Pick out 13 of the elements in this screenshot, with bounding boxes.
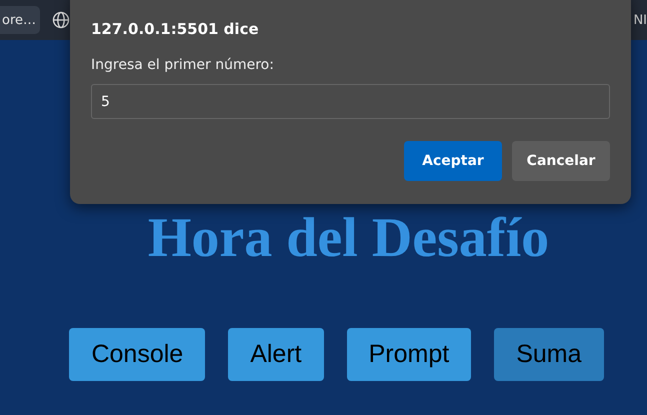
input-field[interactable]: 5 [91, 84, 610, 119]
action-button[interactable]: Alert [228, 328, 324, 381]
action-button[interactable]: Prompt [346, 328, 472, 381]
page-heading: Hora del Desafío [148, 206, 550, 270]
action-button[interactable]: Console [69, 328, 206, 381]
browser-tab[interactable]: ore… [0, 6, 40, 34]
globe-icon[interactable] [52, 11, 70, 29]
cancel-button[interactable]: Cancelar [512, 141, 610, 181]
toolbar-label: NI [633, 12, 647, 28]
accept-button[interactable]: Aceptar [404, 141, 502, 181]
action-button[interactable]: Suma [494, 328, 604, 381]
dialog-message: Ingresa el primer número: [91, 57, 275, 73]
dialog-title: 127.0.0.1:5501 dice [91, 20, 260, 38]
